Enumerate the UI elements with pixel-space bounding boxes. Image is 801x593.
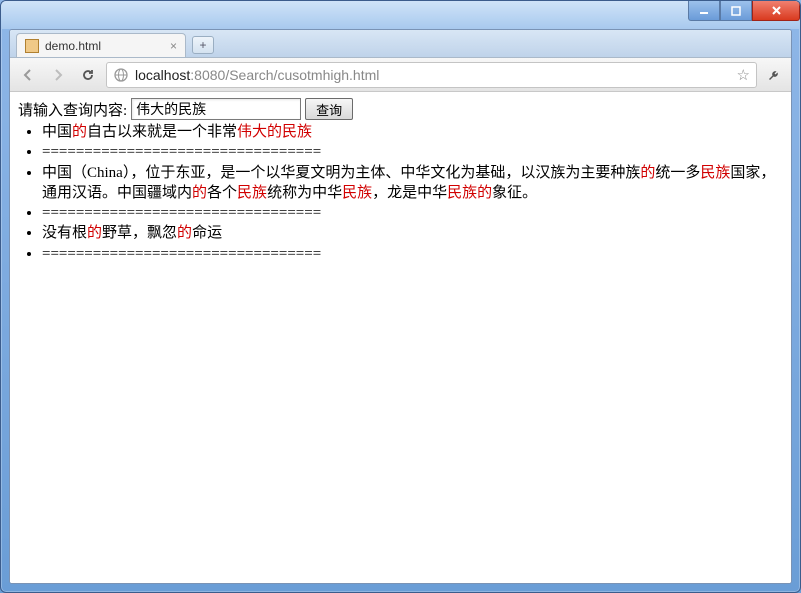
highlight: 的	[87, 225, 102, 241]
page-content: 请输入查询内容: 查询 中国的自古以来就是一个非常伟大的民族==========…	[10, 92, 791, 583]
highlight: 的	[192, 185, 207, 201]
highlight: 民族	[237, 185, 267, 201]
tab-close-icon[interactable]: ×	[170, 39, 177, 53]
query-input[interactable]	[131, 98, 301, 120]
forward-button[interactable]	[46, 63, 70, 87]
url-port: :8080	[190, 67, 225, 83]
os-window: demo.html × + localhost:8080/Search/cuso…	[0, 0, 801, 593]
result-item: 没有根的野草，飘忽的命运	[42, 223, 783, 243]
browser-tab[interactable]: demo.html ×	[16, 33, 186, 57]
result-item: 中国的自古以来就是一个非常伟大的民族	[42, 122, 783, 142]
browser-frame: demo.html × + localhost:8080/Search/cuso…	[9, 29, 792, 584]
highlight: 民族	[342, 185, 372, 201]
separator: =================================	[42, 203, 783, 223]
wrench-menu-button[interactable]	[763, 64, 785, 86]
reload-button[interactable]	[76, 63, 100, 87]
query-row: 请输入查询内容: 查询	[18, 98, 783, 120]
browser-toolbar: localhost:8080/Search/cusotmhigh.html ☆	[10, 58, 791, 92]
favicon-icon	[25, 39, 39, 53]
window-buttons	[688, 1, 800, 21]
highlight: 的	[640, 165, 655, 181]
separator: =================================	[42, 142, 783, 162]
url-path: /Search/cusotmhigh.html	[225, 67, 379, 83]
highlight: 民族	[700, 165, 730, 181]
tab-title: demo.html	[45, 39, 101, 53]
tab-strip: demo.html × +	[10, 30, 791, 58]
query-button[interactable]: 查询	[305, 98, 353, 120]
minimize-button[interactable]	[688, 1, 720, 21]
result-item: 中国（China），位于东亚，是一个以华夏文明为主体、中华文化为基础，以汉族为主…	[42, 163, 783, 204]
results-list: 中国的自古以来就是一个非常伟大的民族======================…	[18, 122, 783, 264]
new-tab-button[interactable]: +	[192, 36, 214, 54]
highlight: 的	[72, 124, 87, 140]
back-button[interactable]	[16, 63, 40, 87]
window-titlebar[interactable]	[1, 1, 800, 29]
url-host: localhost	[135, 67, 190, 83]
query-label: 请输入查询内容:	[18, 99, 127, 120]
highlight: 的	[177, 225, 192, 241]
close-button[interactable]	[752, 1, 800, 21]
highlight: 民族的	[447, 185, 492, 201]
separator: =================================	[42, 244, 783, 264]
highlight: 伟大的民族	[237, 124, 312, 140]
maximize-button[interactable]	[720, 1, 752, 21]
address-bar[interactable]: localhost:8080/Search/cusotmhigh.html ☆	[106, 62, 757, 88]
globe-icon	[113, 67, 129, 83]
bookmark-star-icon[interactable]: ☆	[737, 66, 750, 84]
